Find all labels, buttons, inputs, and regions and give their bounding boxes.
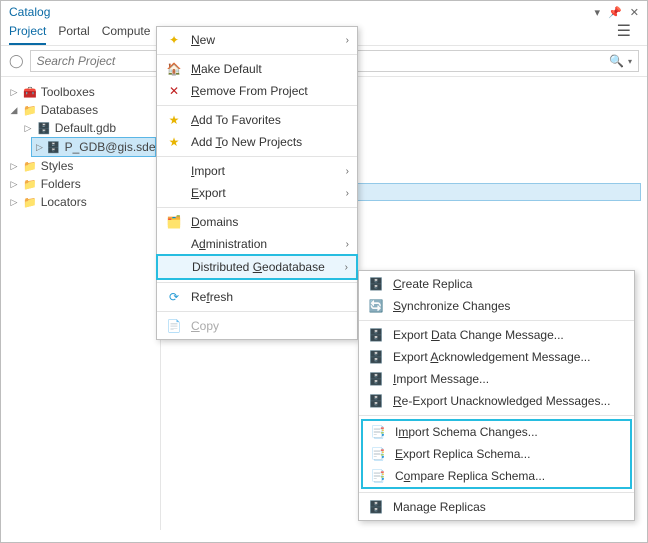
remove-icon: ✕ [165, 84, 183, 98]
menu-compare-replica-schema[interactable]: 📑 Compare Replica Schema... [363, 465, 630, 487]
separator [157, 54, 357, 55]
highlighted-group: 📑 Import Schema Changes... 📑 Export Repl… [361, 419, 632, 489]
context-menu: ✦ New › 🏠 Make Default ✕ Remove From Pro… [156, 26, 358, 340]
menu-administration[interactable]: Administration › [157, 233, 357, 255]
menu-favorites[interactable]: ★ Add To Favorites [157, 109, 357, 131]
pin-icon[interactable]: 📌 [608, 6, 622, 19]
tree-toolboxes[interactable]: ▷ 🧰 Toolboxes [1, 83, 160, 101]
menu-reexport[interactable]: 🗄️ Re-Export Unacknowledged Messages... [359, 390, 634, 412]
menu-export-data-change[interactable]: 🗄️ Export Data Change Message... [359, 324, 634, 346]
reexport-icon: 🗄️ [367, 394, 385, 408]
menu-export[interactable]: Export › [157, 182, 357, 204]
search-dropdown-icon[interactable]: ▾ [628, 57, 632, 66]
separator [359, 415, 634, 416]
tree-label: Default.gdb [55, 121, 116, 135]
tab-portal[interactable]: Portal [58, 21, 89, 45]
chevron-right-icon[interactable]: ▷ [9, 197, 19, 208]
domains-icon: 🗂️ [165, 215, 183, 229]
tab-compute[interactable]: Compute [102, 21, 151, 45]
menu-import[interactable]: Import › [157, 160, 357, 182]
star-plus-icon: ★ [165, 135, 183, 149]
separator [359, 492, 634, 493]
separator [359, 320, 634, 321]
menu-domains[interactable]: 🗂️ Domains [157, 211, 357, 233]
hamburger-icon[interactable]: ☰ [617, 21, 639, 45]
tree-label: Databases [41, 103, 98, 117]
new-icon: ✦ [165, 33, 183, 47]
menu-create-replica[interactable]: 🗄️ Create Replica [359, 273, 634, 295]
chevron-right-icon[interactable]: ▷ [9, 87, 19, 98]
menu-export-ack[interactable]: 🗄️ Export Acknowledgement Message... [359, 346, 634, 368]
chevron-down-icon[interactable]: ◢ [9, 105, 19, 116]
window-title: Catalog [9, 5, 50, 19]
copy-icon: 📄 [165, 319, 183, 333]
separator [157, 207, 357, 208]
export-dcm-icon: 🗄️ [367, 328, 385, 342]
distributed-geodatabase-submenu: 🗄️ Create Replica 🔄 Synchronize Changes … [358, 270, 635, 521]
chevron-right-icon[interactable]: ▷ [23, 123, 33, 134]
menu-manage-replicas[interactable]: 🗄️ Manage Replicas [359, 496, 634, 518]
tree-locators[interactable]: ▷ 📁 Locators [1, 193, 160, 211]
tree-label: Toolboxes [41, 85, 95, 99]
locators-icon: 📁 [23, 196, 37, 209]
titlebar: Catalog ▾ 📌 ✕ [1, 1, 647, 21]
chevron-right-icon[interactable]: ▷ [36, 142, 43, 153]
tree-label: P_GDB@gis.sde [65, 140, 156, 154]
chevron-right-icon[interactable]: ▷ [9, 161, 19, 172]
chevron-right-icon: › [346, 166, 349, 177]
search-icon[interactable]: 🔍 [609, 54, 624, 68]
menu-make-default[interactable]: 🏠 Make Default [157, 58, 357, 80]
menu-copy: 📄 Copy [157, 315, 357, 337]
chevron-right-icon: › [346, 35, 349, 46]
tree-label: Folders [41, 177, 81, 191]
menu-remove[interactable]: ✕ Remove From Project [157, 80, 357, 102]
tree-styles[interactable]: ▷ 📁 Styles [1, 157, 160, 175]
close-icon[interactable]: ✕ [630, 6, 639, 19]
star-icon: ★ [165, 113, 183, 127]
refresh-icon: ⟳ [165, 290, 183, 304]
import-msg-icon: 🗄️ [367, 372, 385, 386]
separator [157, 156, 357, 157]
chevron-right-icon: › [346, 188, 349, 199]
gdb-icon: 🗄️ [37, 122, 51, 135]
separator [157, 105, 357, 106]
toolbox-icon: 🧰 [23, 86, 37, 99]
menu-import-message[interactable]: 🗄️ Import Message... [359, 368, 634, 390]
tab-project[interactable]: Project [9, 21, 46, 45]
menu-new-projects[interactable]: ★ Add To New Projects [157, 131, 357, 153]
menu-sync-changes[interactable]: 🔄 Synchronize Changes [359, 295, 634, 317]
autohide-icon[interactable]: ▾ [595, 6, 601, 19]
menu-refresh[interactable]: ⟳ Refresh [157, 286, 357, 308]
manage-icon: 🗄️ [367, 500, 385, 514]
chevron-right-icon[interactable]: ▷ [9, 179, 19, 190]
separator [157, 311, 357, 312]
sync-icon: 🔄 [367, 299, 385, 313]
tree-databases[interactable]: ◢ 📁 Databases [1, 101, 160, 119]
separator [157, 282, 357, 283]
menu-export-replica-schema[interactable]: 📑 Export Replica Schema... [363, 443, 630, 465]
export-ack-icon: 🗄️ [367, 350, 385, 364]
tree-label: Locators [41, 195, 87, 209]
styles-icon: 📁 [23, 160, 37, 173]
import-schema-icon: 📑 [369, 425, 387, 439]
export-schema-icon: 📑 [369, 447, 387, 461]
database-folder-icon: 📁 [23, 104, 37, 117]
tree-label: Styles [41, 159, 74, 173]
tree-panel: ▷ 🧰 Toolboxes ◢ 📁 Databases ▷ 🗄️ Default… [1, 77, 161, 530]
folders-icon: 📁 [23, 178, 37, 191]
create-replica-icon: 🗄️ [367, 277, 385, 291]
tree-default-gdb[interactable]: ▷ 🗄️ Default.gdb [1, 119, 160, 137]
back-button[interactable]: ◯ [9, 53, 24, 69]
menu-distributed-geodatabase[interactable]: Distributed Geodatabase › [156, 254, 358, 280]
chevron-right-icon: › [346, 239, 349, 250]
tree-folders[interactable]: ▷ 📁 Folders [1, 175, 160, 193]
sde-icon: 🗄️ [47, 141, 61, 154]
chevron-right-icon: › [345, 262, 348, 273]
tree-p-gdb[interactable]: ▷ 🗄️ P_GDB@gis.sde [31, 137, 156, 157]
menu-new[interactable]: ✦ New › [157, 29, 357, 51]
compare-schema-icon: 📑 [369, 469, 387, 483]
menu-import-schema[interactable]: 📑 Import Schema Changes... [363, 421, 630, 443]
home-icon: 🏠 [165, 62, 183, 76]
